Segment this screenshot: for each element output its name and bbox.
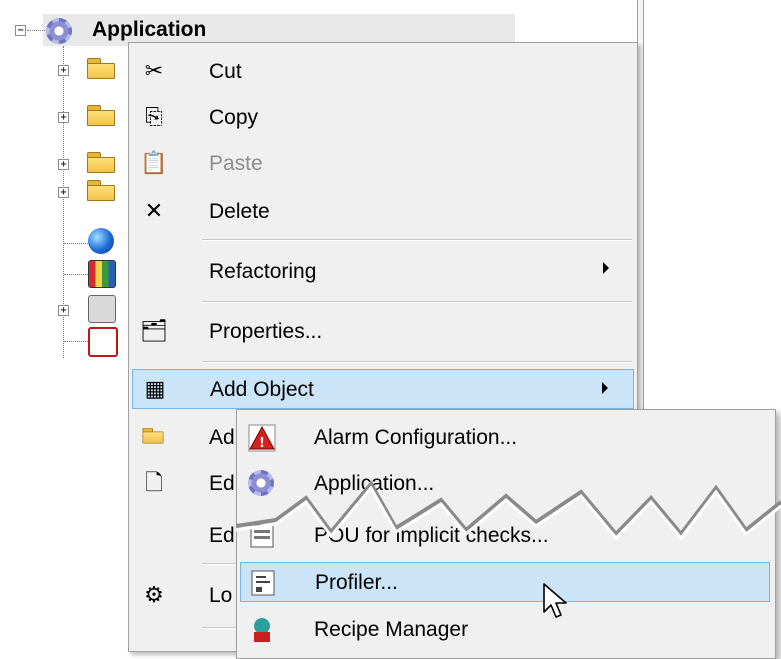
menu-item-paste: 📋 Paste [132,141,634,185]
tree-root-label[interactable]: Application [92,18,206,42]
folder-icon [142,427,165,445]
submenu-arrow-icon [602,382,608,394]
delete-x-icon: ✕ [144,198,164,223]
menu-separator [202,361,632,363]
submenu-item-label: Recipe Manager [314,618,469,641]
library-icon[interactable] [88,260,116,288]
task-configuration-icon[interactable] [88,295,116,323]
menu-item-label: Lo [209,584,233,607]
menu-item-delete[interactable]: ✕ Delete [132,189,634,233]
visualization-icon[interactable] [88,327,118,357]
tree-expand-expander[interactable]: + [58,159,69,170]
alarm-icon: ! [248,424,276,452]
submenu-item-recipe-manager[interactable]: Recipe Manager [240,608,770,652]
folder-icon[interactable] [86,180,116,202]
menu-item-label: Copy [209,106,259,129]
menu-item-label: Cut [209,60,242,83]
torn-edge-decoration [236,480,781,540]
menu-item-label: Add Object [210,378,314,401]
menu-item-label: Delete [209,200,270,223]
menu-separator [202,301,632,303]
profiler-icon [251,570,275,596]
properties-icon: 🗂 [140,318,168,343]
tree-line [27,30,45,31]
application-gear-icon [46,18,72,44]
menu-item-label: Ed [209,472,235,495]
mouse-cursor-icon [543,583,567,618]
paste-icon: 📋 [140,150,168,175]
menu-item-properties[interactable]: 🗂 Properties... [132,309,634,353]
submenu-item-label: Profiler... [315,571,398,594]
tree-line [64,341,88,342]
submenu-item-profiler[interactable]: Profiler... [240,562,770,602]
tree-expand-expander[interactable]: + [58,305,69,316]
menu-item-refactoring[interactable]: Refactoring [132,249,634,293]
tree-expand-expander[interactable]: + [58,65,69,76]
menu-separator [202,239,632,241]
menu-item-cut[interactable]: ✂ Cut [132,49,634,93]
tree-line [64,274,88,275]
menu-item-label: Ed [209,524,235,547]
submenu-item-alarm-configuration[interactable]: ! Alarm Configuration... [240,416,770,460]
tree-expand-expander[interactable]: + [58,112,69,123]
tree-expand-expander[interactable]: + [58,187,69,198]
folder-icon[interactable] [86,58,116,80]
folder-icon[interactable] [86,105,116,127]
menu-item-copy[interactable]: ⎘ Copy [132,95,634,139]
menu-item-label: Ad [209,426,235,449]
scissors-icon: ✂ [144,58,164,83]
copy-icon: ⎘ [145,104,163,129]
tree-collapse-expander[interactable]: − [15,25,26,36]
tree-line [64,243,88,244]
globe-icon[interactable] [88,228,114,254]
submenu-item-label: Alarm Configuration... [314,426,518,449]
menu-item-label: Properties... [209,320,323,343]
submenu-arrow-icon [603,262,609,274]
svg-text:!: ! [259,436,265,451]
add-object-icon: ▦ [144,376,166,401]
menu-item-label: Refactoring [209,260,317,283]
menu-item-label: Paste [209,152,263,175]
folder-icon[interactable] [86,152,116,174]
edit-object-icon: 🗋 [145,470,163,495]
menu-item-add-object[interactable]: ▦ Add Object [132,369,634,409]
login-icon: ⚙ [144,582,164,607]
recipe-icon [254,618,270,642]
